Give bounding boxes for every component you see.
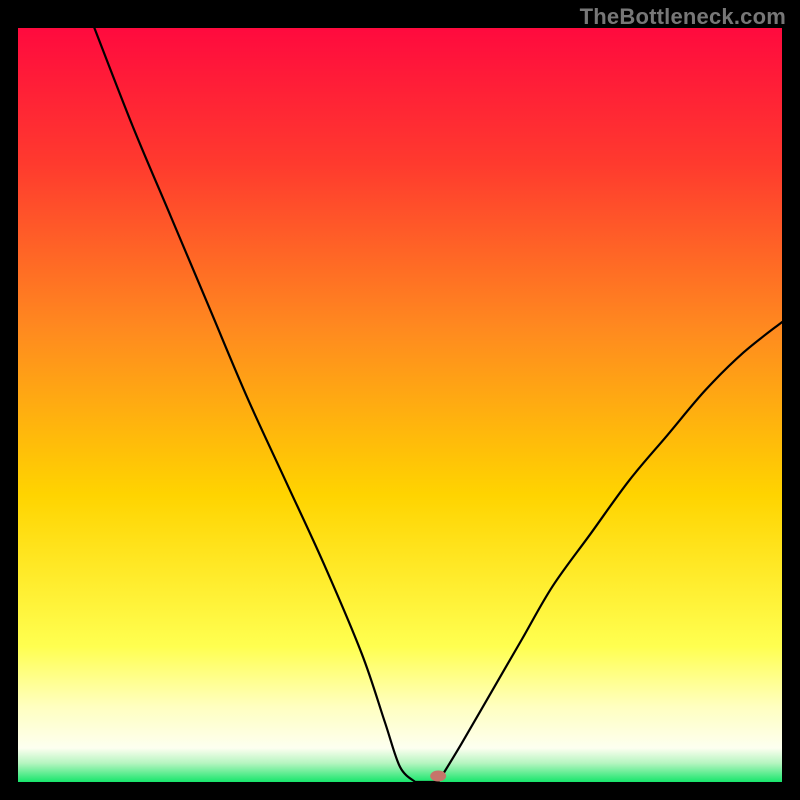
chart-frame: TheBottleneck.com — [0, 0, 800, 800]
chart-svg — [18, 28, 782, 782]
marker-dot — [430, 770, 446, 781]
optimum-marker — [430, 770, 446, 781]
gradient-background — [18, 28, 782, 782]
plot-area — [18, 28, 782, 782]
attribution-text: TheBottleneck.com — [580, 4, 786, 30]
